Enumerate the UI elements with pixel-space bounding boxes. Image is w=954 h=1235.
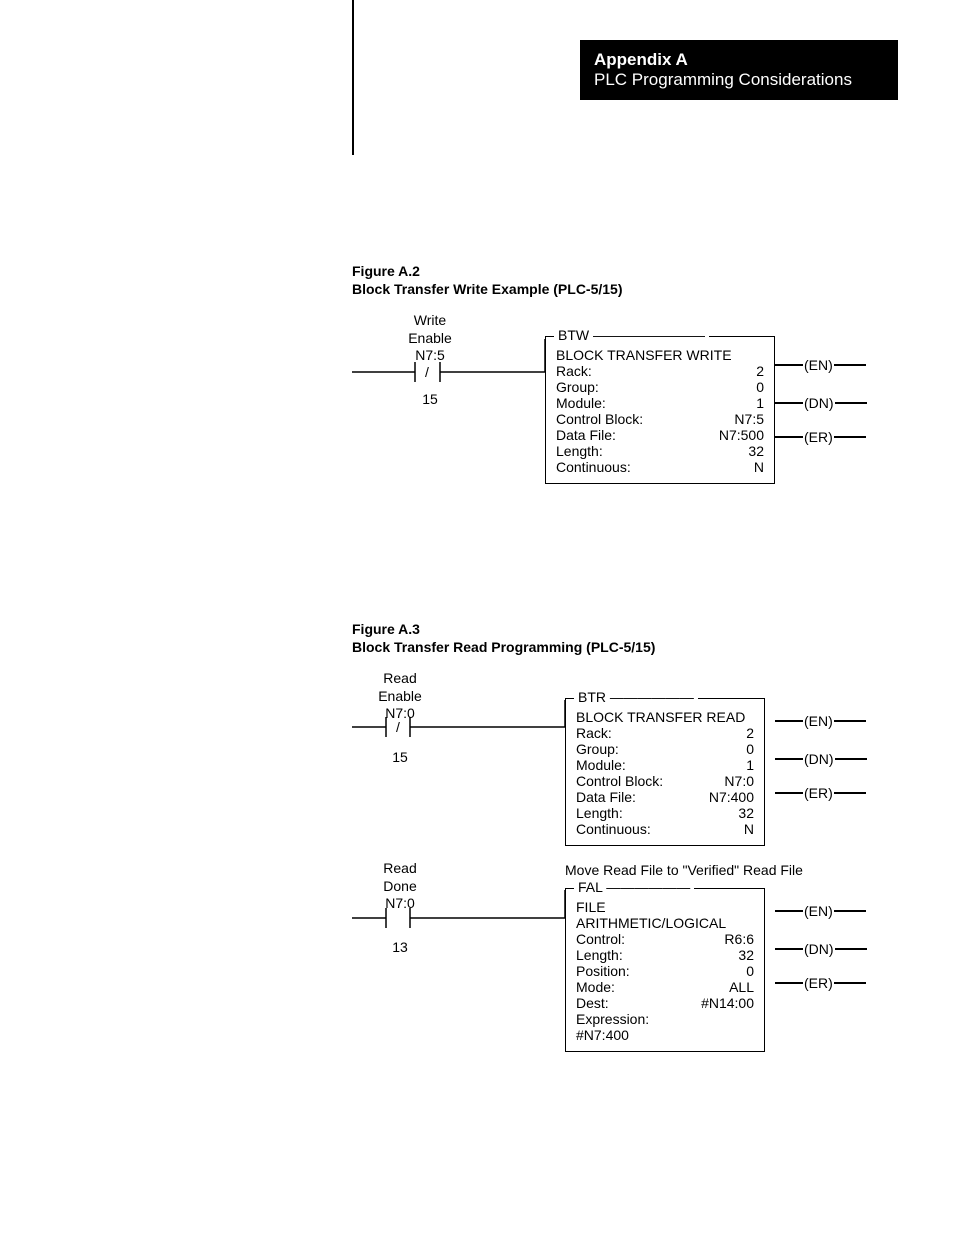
param-label: Module: (556, 395, 606, 411)
param-value: 0 (756, 379, 764, 395)
btw-mnemonic: BTW ———————— (554, 327, 709, 343)
param-label: Module: (576, 757, 626, 773)
param-label: Dest: (576, 995, 609, 1011)
param-value: ALL (729, 979, 754, 995)
param-row: Mode: ALL (576, 979, 754, 995)
fal-description: FILE ARITHMETIC/LOGICAL (576, 899, 754, 931)
fal-mnemonic: FAL —————— (574, 879, 694, 895)
output-er: (ER) (775, 784, 866, 802)
btr-block: BTR —————— BLOCK TRANSFER READ Rack:2Gro… (565, 698, 765, 846)
param-row: Length: 32 (556, 443, 764, 459)
appendix-label: Appendix A (594, 50, 884, 70)
param-label: Rack: (576, 725, 612, 741)
param-value: N7:500 (719, 427, 764, 443)
figure-a2-number: Figure A.2 (352, 263, 420, 279)
param-value: N7:400 (709, 789, 754, 805)
figure-a2-caption: Block Transfer Write Example (PLC-5/15) (352, 281, 623, 297)
param-label: Length: (576, 805, 623, 821)
output-dn: (DN) (775, 750, 867, 768)
appendix-header: Appendix A PLC Programming Consideration… (580, 40, 898, 100)
param-label: Group: (576, 741, 619, 757)
fal-comment: Move Read File to "Verified" Read File (565, 862, 803, 878)
param-label: Position: (576, 963, 630, 979)
param-row: Module: 1 (576, 757, 754, 773)
param-label: Control Block: (556, 411, 643, 427)
figure-a3-number: Figure A.3 (352, 621, 420, 637)
param-value: R6:6 (724, 931, 754, 947)
param-row: Continuous: N (576, 821, 754, 837)
btw-block: BTW ———————— BLOCK TRANSFER WRITE Rack:2… (545, 336, 775, 484)
fal-params: Control:R6:6Length:32Position:0Mode:ALLD… (576, 931, 754, 1043)
btr-description: BLOCK TRANSFER READ (576, 709, 754, 725)
param-row: Control Block: N7:5 (556, 411, 764, 427)
param-value: 32 (748, 443, 764, 459)
param-row: #N7:400 (576, 1027, 754, 1043)
param-row: Rack: 2 (576, 725, 754, 741)
param-value: 32 (738, 805, 754, 821)
param-value: 2 (746, 725, 754, 741)
btw-outputs: (EN) (DN) (ER) (775, 336, 895, 476)
param-value: #N14:00 (701, 995, 754, 1011)
btw-params: Rack:2Group:0Module:1Control Block:N7:5D… (556, 363, 764, 475)
param-row: Group: 0 (556, 379, 764, 395)
output-er: (ER) (775, 974, 866, 992)
param-label: Mode: (576, 979, 615, 995)
header-vertical-rule (352, 0, 354, 155)
param-value: N7:0 (724, 773, 754, 789)
param-row: Module: 1 (556, 395, 764, 411)
param-row: Group: 0 (576, 741, 754, 757)
param-label: Control Block: (576, 773, 663, 789)
param-value: 0 (746, 741, 754, 757)
output-en: (EN) (775, 902, 866, 920)
param-value: N (744, 821, 754, 837)
svg-text:/: / (396, 719, 400, 735)
param-label: Length: (576, 947, 623, 963)
param-label: Control: (576, 931, 625, 947)
param-label: Continuous: (576, 821, 651, 837)
output-en: (EN) (775, 356, 866, 374)
param-value: 1 (746, 757, 754, 773)
param-row: Control: R6:6 (576, 931, 754, 947)
param-label: Data File: (576, 789, 636, 805)
figure-a2-title: Figure A.2 Block Transfer Write Example … (352, 262, 623, 298)
btr-mnemonic: BTR —————— (574, 689, 698, 705)
param-value: N (754, 459, 764, 475)
output-dn: (DN) (775, 394, 867, 412)
btr-outputs: (EN) (DN) (ER) (775, 698, 895, 838)
param-row: Rack: 2 (556, 363, 764, 379)
param-row: Dest: #N14:00 (576, 995, 754, 1011)
output-dn: (DN) (775, 940, 867, 958)
param-row: Continuous: N (556, 459, 764, 475)
param-value: N7:5 (734, 411, 764, 427)
param-value: 2 (756, 363, 764, 379)
fal-block: FAL —————— FILE ARITHMETIC/LOGICAL Contr… (565, 888, 765, 1052)
param-label: #N7:400 (576, 1027, 629, 1043)
param-value: 0 (746, 963, 754, 979)
param-label: Group: (556, 379, 599, 395)
btr-params: Rack:2Group:0Module:1Control Block:N7:0D… (576, 725, 754, 837)
output-er: (ER) (775, 428, 866, 446)
param-label: Continuous: (556, 459, 631, 475)
param-row: Data File: N7:500 (556, 427, 764, 443)
param-row: Data File: N7:400 (576, 789, 754, 805)
figure-a3-caption: Block Transfer Read Programming (PLC-5/1… (352, 639, 655, 655)
param-label: Data File: (556, 427, 616, 443)
param-value: 1 (756, 395, 764, 411)
param-row: Length: 32 (576, 947, 754, 963)
param-row: Length: 32 (576, 805, 754, 821)
fal-outputs: (EN) (DN) (ER) (775, 888, 895, 1028)
param-row: Position: 0 (576, 963, 754, 979)
param-label: Length: (556, 443, 603, 459)
appendix-title: PLC Programming Considerations (594, 70, 884, 90)
param-row: Control Block: N7:0 (576, 773, 754, 789)
param-label: Expression: (576, 1011, 649, 1027)
output-en: (EN) (775, 712, 866, 730)
param-row: Expression: (576, 1011, 754, 1027)
param-label: Rack: (556, 363, 592, 379)
figure-a3-title: Figure A.3 Block Transfer Read Programmi… (352, 620, 655, 656)
btw-description: BLOCK TRANSFER WRITE (556, 347, 764, 363)
param-value: 32 (738, 947, 754, 963)
svg-text:/: / (425, 364, 429, 380)
